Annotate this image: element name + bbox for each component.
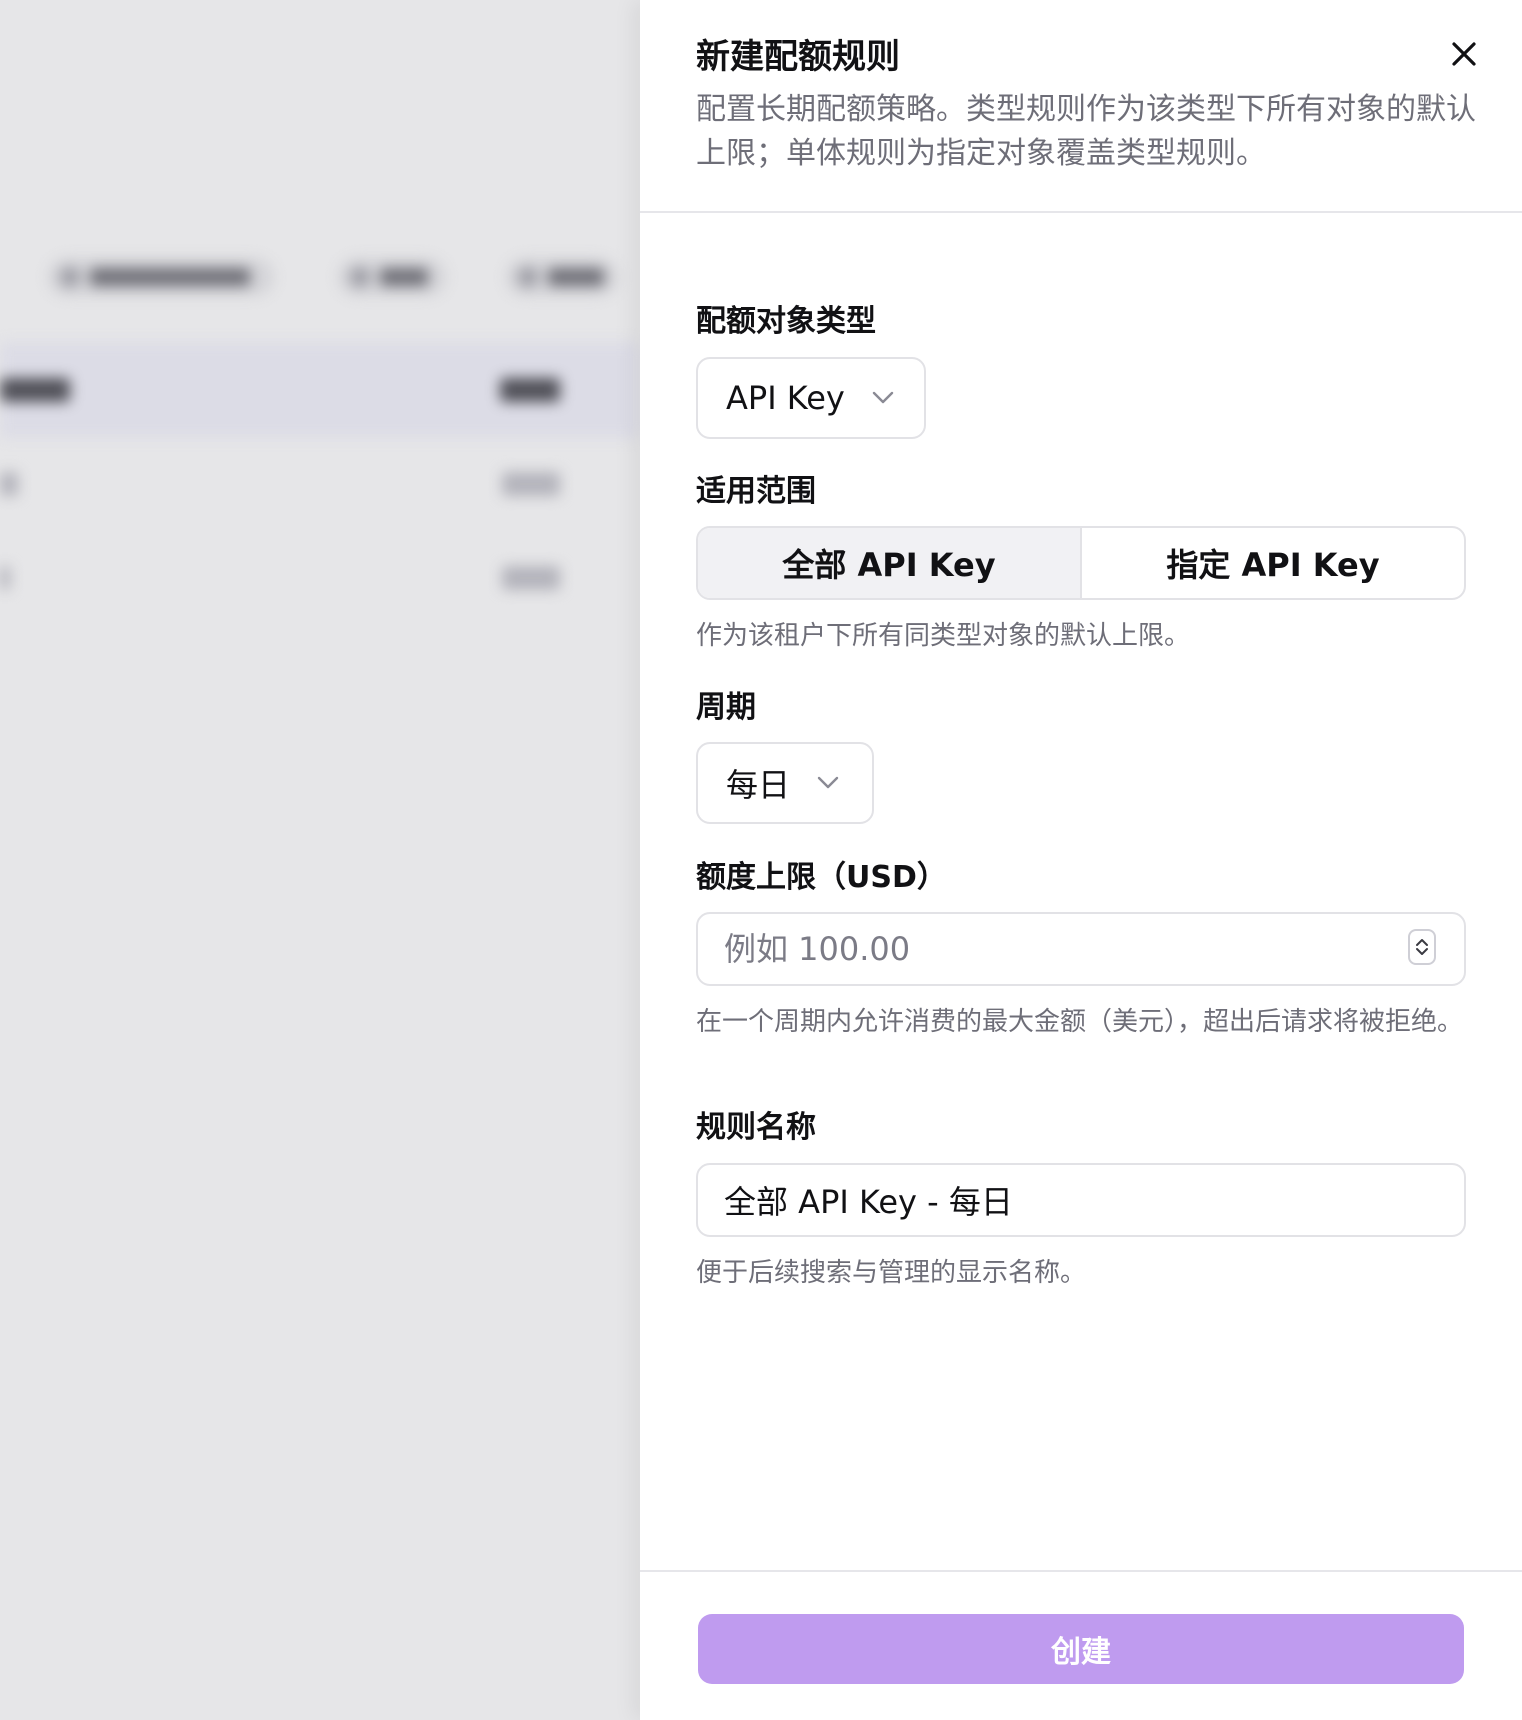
close-button[interactable] — [1442, 32, 1486, 76]
rule-name-hint: 便于后续搜索与管理的显示名称。 — [696, 1258, 1087, 1288]
background-page-blurred — [0, 0, 640, 1720]
background-cell — [0, 472, 18, 496]
background-filter-chip — [48, 258, 274, 296]
period-select[interactable]: 每日 — [696, 742, 874, 824]
background-cell — [502, 566, 560, 590]
scope-segmented-control: 全部 API Key 指定 API Key — [696, 526, 1466, 600]
create-button[interactable]: 创建 — [698, 1614, 1464, 1684]
scope-label: 适用范围 — [696, 474, 816, 509]
limit-label: 额度上限（USD） — [696, 860, 947, 895]
close-icon — [1452, 42, 1476, 66]
rule-name-label: 规则名称 — [696, 1110, 816, 1145]
background-cell — [0, 378, 70, 402]
chevron-down-icon — [871, 386, 895, 410]
create-quota-rule-drawer: 新建配额规则 配置长期配额策略。类型规则作为该类型下所有对象的默认上限；单体规则… — [640, 0, 1522, 1720]
chevron-down-icon — [816, 771, 840, 795]
limit-hint: 在一个周期内允许消费的最大金额（美元），超出后请求将被拒绝。 — [696, 1007, 1464, 1037]
object-type-select[interactable]: API Key — [696, 357, 926, 439]
stepper-up-icon — [1416, 939, 1428, 946]
rule-name-input[interactable] — [696, 1163, 1466, 1237]
limit-stepper[interactable] — [1408, 929, 1436, 965]
drawer-header: 新建配额规则 配置长期配额策略。类型规则作为该类型下所有对象的默认上限；单体规则… — [640, 0, 1522, 213]
scope-hint: 作为该租户下所有同类型对象的默认上限。 — [696, 621, 1191, 651]
drawer-title: 新建配额规则 — [696, 37, 900, 77]
period-value: 每日 — [726, 766, 791, 804]
background-filter-chip — [506, 258, 618, 296]
stepper-down-icon — [1416, 948, 1428, 955]
period-label: 周期 — [696, 690, 756, 725]
object-type-value: API Key — [726, 379, 845, 417]
background-filter-chip — [338, 258, 446, 296]
background-content — [0, 0, 640, 1720]
scope-option-all[interactable]: 全部 API Key — [698, 528, 1080, 598]
drawer-description: 配置长期配额策略。类型规则作为该类型下所有对象的默认上限；单体规则为指定对象覆盖… — [696, 92, 1476, 171]
limit-input[interactable] — [696, 912, 1466, 986]
scope-option-specific[interactable]: 指定 API Key — [1080, 528, 1464, 598]
background-cell — [0, 566, 10, 590]
background-cell — [500, 378, 560, 402]
background-cell — [502, 472, 560, 496]
object-type-label: 配额对象类型 — [696, 304, 876, 339]
drawer-footer: 创建 — [640, 1570, 1522, 1720]
